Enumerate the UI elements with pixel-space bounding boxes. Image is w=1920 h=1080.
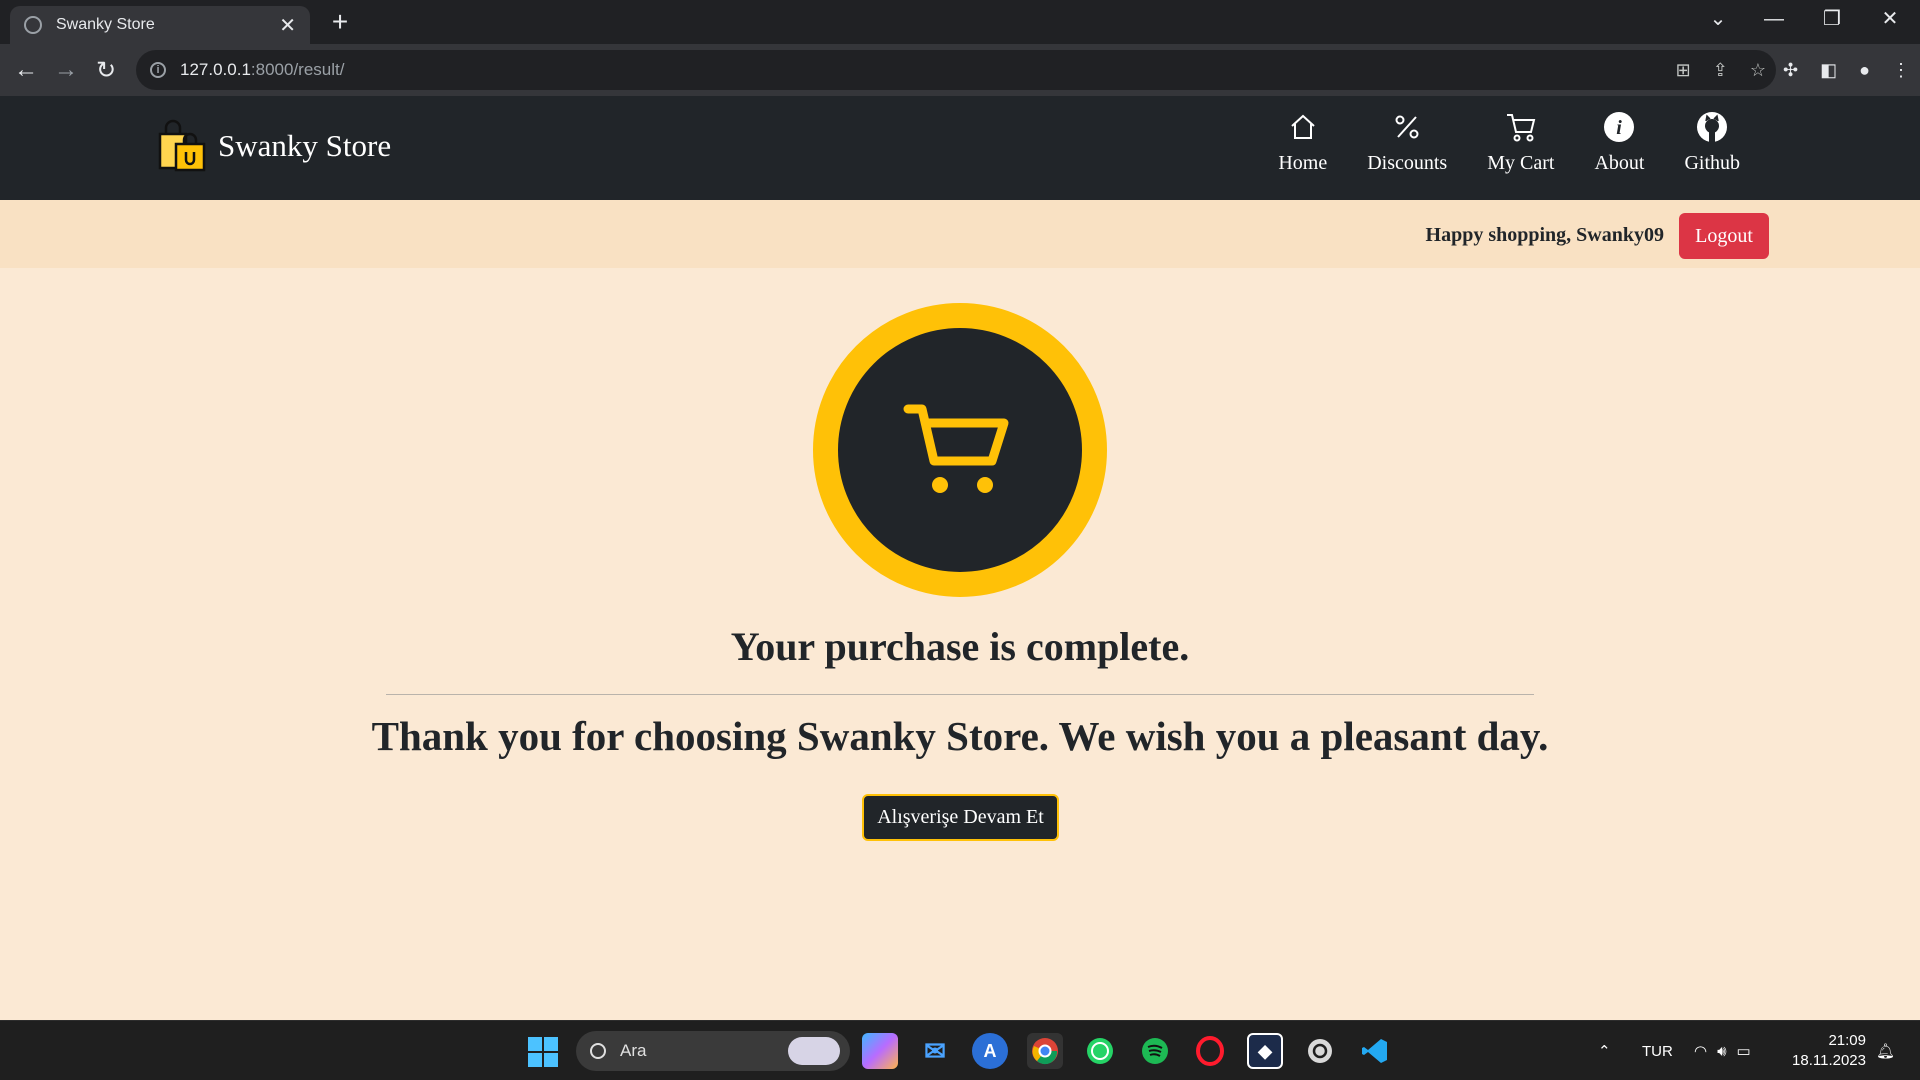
tab-search-dropdown-icon[interactable]: ⌄ xyxy=(1690,0,1746,40)
purchase-complete-heading: Your purchase is complete. xyxy=(730,624,1190,669)
percent-icon xyxy=(1390,110,1424,144)
brand-name: Swanky Store xyxy=(218,128,392,163)
chatgpt-icon[interactable] xyxy=(1302,1033,1338,1069)
clock-date: 18.11.2023 xyxy=(1792,1052,1866,1069)
translate-icon[interactable]: ⊞ xyxy=(1676,60,1691,81)
github-icon xyxy=(1695,110,1729,144)
app-store-icon[interactable]: A xyxy=(972,1033,1008,1069)
purchase-complete-badge xyxy=(813,303,1107,597)
user-bar: Happy shopping, Swanky09 Logout xyxy=(0,200,1920,268)
windows-taskbar: Ara ✉ A ◆ ⌃ TUR ◠ 🔊︎ ▭ 21:09 18.11.2023 … xyxy=(0,1020,1920,1080)
home-icon xyxy=(1286,110,1320,144)
profile-icon[interactable]: ● xyxy=(1859,60,1870,81)
info-icon: i xyxy=(1602,110,1636,144)
address-bar[interactable]: i 127.0.0.1:8000/result/ ⊞ ⇪ ☆ xyxy=(136,50,1776,90)
greeting-text: Happy shopping, Swanky09 xyxy=(1425,224,1664,246)
share-icon[interactable]: ⇪ xyxy=(1713,60,1728,81)
divider xyxy=(386,694,1534,695)
notification-bell-icon[interactable]: 🔔︎ xyxy=(1876,1021,1895,1080)
nav-home-label: Home xyxy=(1278,152,1328,174)
search-icon xyxy=(590,1043,606,1059)
volume-icon: 🔊︎ xyxy=(1717,1042,1727,1060)
copilot-icon[interactable] xyxy=(862,1033,898,1069)
continue-shopping-button[interactable]: Alışverişe Devam Et xyxy=(862,794,1059,841)
close-window-button[interactable]: ✕ xyxy=(1862,0,1918,40)
menu-kebab-icon[interactable]: ⋮ xyxy=(1892,60,1910,81)
extensions-icon[interactable]: ✣ xyxy=(1783,60,1798,81)
side-panel-icon[interactable]: ◧ xyxy=(1820,60,1837,81)
shopping-bag-logo-icon xyxy=(158,119,206,172)
opera-icon[interactable] xyxy=(1192,1033,1228,1069)
browser-tabbar: Swanky Store ✕ + ⌄ — ❐ ✕ xyxy=(0,0,1920,44)
tab-title: Swanky Store xyxy=(56,16,155,33)
thank-you-message: Thank you for choosing Swanky Store. We … xyxy=(371,713,1549,759)
battery-icon: ▭ xyxy=(1736,1043,1751,1060)
nav-github[interactable]: Github xyxy=(1664,110,1760,175)
result-content: Your purchase is complete. Thank you for… xyxy=(0,268,1920,1020)
brand-link[interactable]: Swanky Store xyxy=(150,116,391,176)
reload-icon[interactable]: ↻ xyxy=(86,50,126,90)
logout-button[interactable]: Logout xyxy=(1679,213,1769,259)
minimize-button[interactable]: — xyxy=(1746,0,1802,40)
tray-overflow-icon[interactable]: ⌃ xyxy=(1598,1021,1611,1080)
system-tray[interactable]: ◠ 🔊︎ ▭ xyxy=(1694,1021,1751,1080)
spotify-icon[interactable] xyxy=(1137,1033,1173,1069)
clock[interactable]: 21:09 18.11.2023 xyxy=(1792,1031,1866,1071)
nav-discounts[interactable]: Discounts xyxy=(1347,110,1467,175)
mail-icon[interactable]: ✉ xyxy=(917,1033,953,1069)
dev-app-icon[interactable]: ◆ xyxy=(1247,1033,1283,1069)
nav-discounts-label: Discounts xyxy=(1367,152,1448,174)
clock-time: 21:09 xyxy=(1828,1032,1866,1049)
wifi-icon: ◠ xyxy=(1694,1043,1708,1060)
back-icon[interactable]: ← xyxy=(6,50,46,90)
vscode-icon[interactable] xyxy=(1357,1033,1393,1069)
nav-home[interactable]: Home xyxy=(1258,110,1347,175)
globe-icon xyxy=(24,16,42,34)
tab-close-button[interactable]: ✕ xyxy=(279,13,296,38)
cart-icon xyxy=(1504,110,1538,144)
nav-my-cart[interactable]: My Cart xyxy=(1467,110,1574,175)
shopping-cart-icon xyxy=(903,404,1009,493)
nav-menu: Home Discounts My Cart i About Github xyxy=(1258,110,1760,175)
new-tab-button[interactable]: + xyxy=(324,6,356,38)
restore-button[interactable]: ❐ xyxy=(1804,0,1860,40)
taskbar-search-placeholder: Ara xyxy=(620,1041,647,1060)
site-navbar: Swanky Store Home Discounts My Cart i Ab… xyxy=(0,96,1920,200)
nav-about-label: About xyxy=(1594,152,1645,174)
site-info-icon[interactable]: i xyxy=(150,62,166,78)
forward-icon[interactable]: → xyxy=(46,50,86,90)
browser-tab[interactable]: Swanky Store ✕ xyxy=(10,6,310,44)
nav-my-cart-label: My Cart xyxy=(1487,152,1555,174)
url-host: 127.0.0.1 xyxy=(180,60,251,79)
nav-about[interactable]: i About xyxy=(1574,110,1664,175)
language-indicator[interactable]: TUR xyxy=(1642,1021,1673,1080)
url-path: :8000/result/ xyxy=(250,60,345,79)
svg-text:i: i xyxy=(1617,117,1623,139)
search-highlight-image xyxy=(788,1037,840,1065)
whatsapp-icon[interactable] xyxy=(1082,1033,1118,1069)
windows-start-icon[interactable] xyxy=(528,1037,558,1067)
browser-toolbar: ← → ↻ i 127.0.0.1:8000/result/ ⊞ ⇪ ☆ ✣ ◧… xyxy=(0,44,1920,96)
chrome-icon[interactable] xyxy=(1027,1033,1063,1069)
taskbar-search[interactable]: Ara xyxy=(576,1031,850,1071)
bookmark-star-icon[interactable]: ☆ xyxy=(1750,60,1766,81)
nav-github-label: Github xyxy=(1684,152,1740,174)
